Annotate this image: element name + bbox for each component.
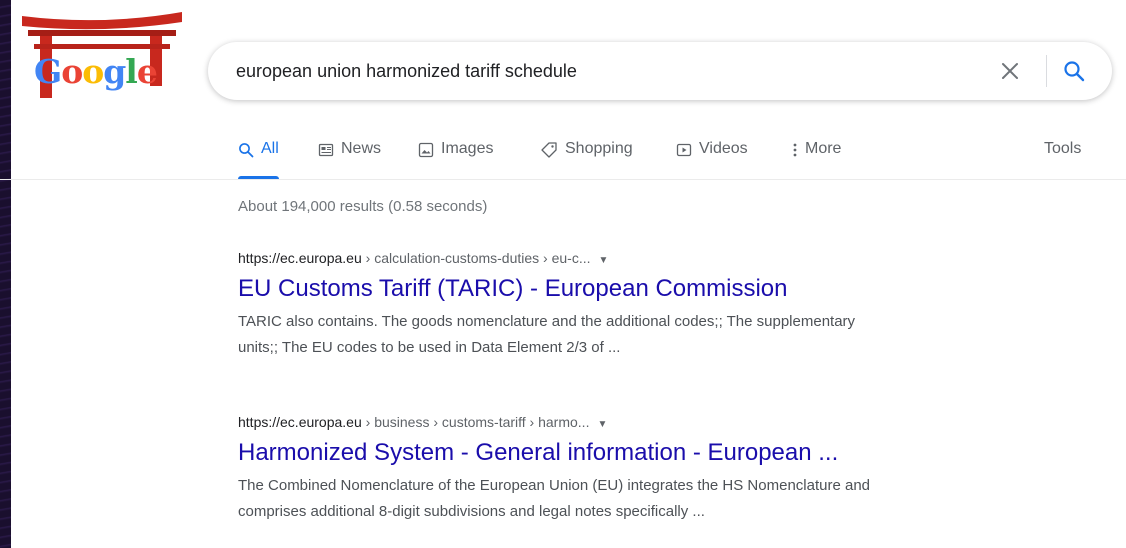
decorative-side-strip: [0, 0, 11, 548]
result-url[interactable]: https://ec.europa.eu › business › custom…: [238, 414, 1098, 430]
tab-more[interactable]: More: [792, 140, 841, 180]
search-result: https://ec.europa.eu › calculation-custo…: [238, 250, 1098, 361]
dropdown-arrow-icon[interactable]: ▼: [597, 419, 607, 430]
tab-videos[interactable]: Videos: [676, 140, 748, 180]
search-box[interactable]: european union harmonized tariff schedul…: [208, 42, 1112, 100]
search-input[interactable]: european union harmonized tariff schedul…: [236, 42, 577, 100]
tab-news[interactable]: News: [318, 140, 381, 180]
google-doodle-logo[interactable]: Google: [22, 8, 187, 98]
clear-search-button[interactable]: [996, 57, 1024, 85]
search-submit-button[interactable]: [1060, 57, 1088, 85]
result-snippet: The Combined Nomenclature of the Europea…: [238, 477, 871, 520]
image-icon: [418, 140, 434, 160]
search-divider: [1046, 55, 1047, 87]
dropdown-arrow-icon[interactable]: ▼: [599, 255, 609, 266]
news-icon: [318, 140, 334, 160]
tag-icon: [540, 140, 558, 160]
play-icon: [676, 140, 692, 160]
result-title-link[interactable]: Harmonized System - General information …: [238, 439, 1098, 467]
result-url[interactable]: https://ec.europa.eu › calculation-custo…: [238, 250, 1098, 266]
result-title-link[interactable]: EU Customs Tariff (TARIC) - European Com…: [238, 275, 1098, 303]
search-result: https://ec.europa.eu › business › custom…: [238, 414, 1098, 525]
tab-images[interactable]: Images: [418, 140, 493, 180]
close-icon: [1002, 63, 1018, 79]
search-icon: [1064, 61, 1085, 82]
search-tabs: All News Images Shopping Videos More Too…: [238, 140, 1098, 180]
result-snippet: TARIC also contains. The goods nomenclat…: [238, 313, 856, 356]
tab-all[interactable]: All: [238, 140, 279, 180]
more-vert-icon: [792, 140, 798, 160]
tabs-divider: [0, 179, 1126, 180]
result-stats: About 194,000 results (0.58 seconds): [238, 198, 488, 215]
logo-wordmark: Google: [34, 52, 158, 91]
tab-shopping[interactable]: Shopping: [540, 140, 633, 180]
tools-button[interactable]: Tools: [1044, 140, 1081, 180]
search-icon: [238, 140, 254, 160]
